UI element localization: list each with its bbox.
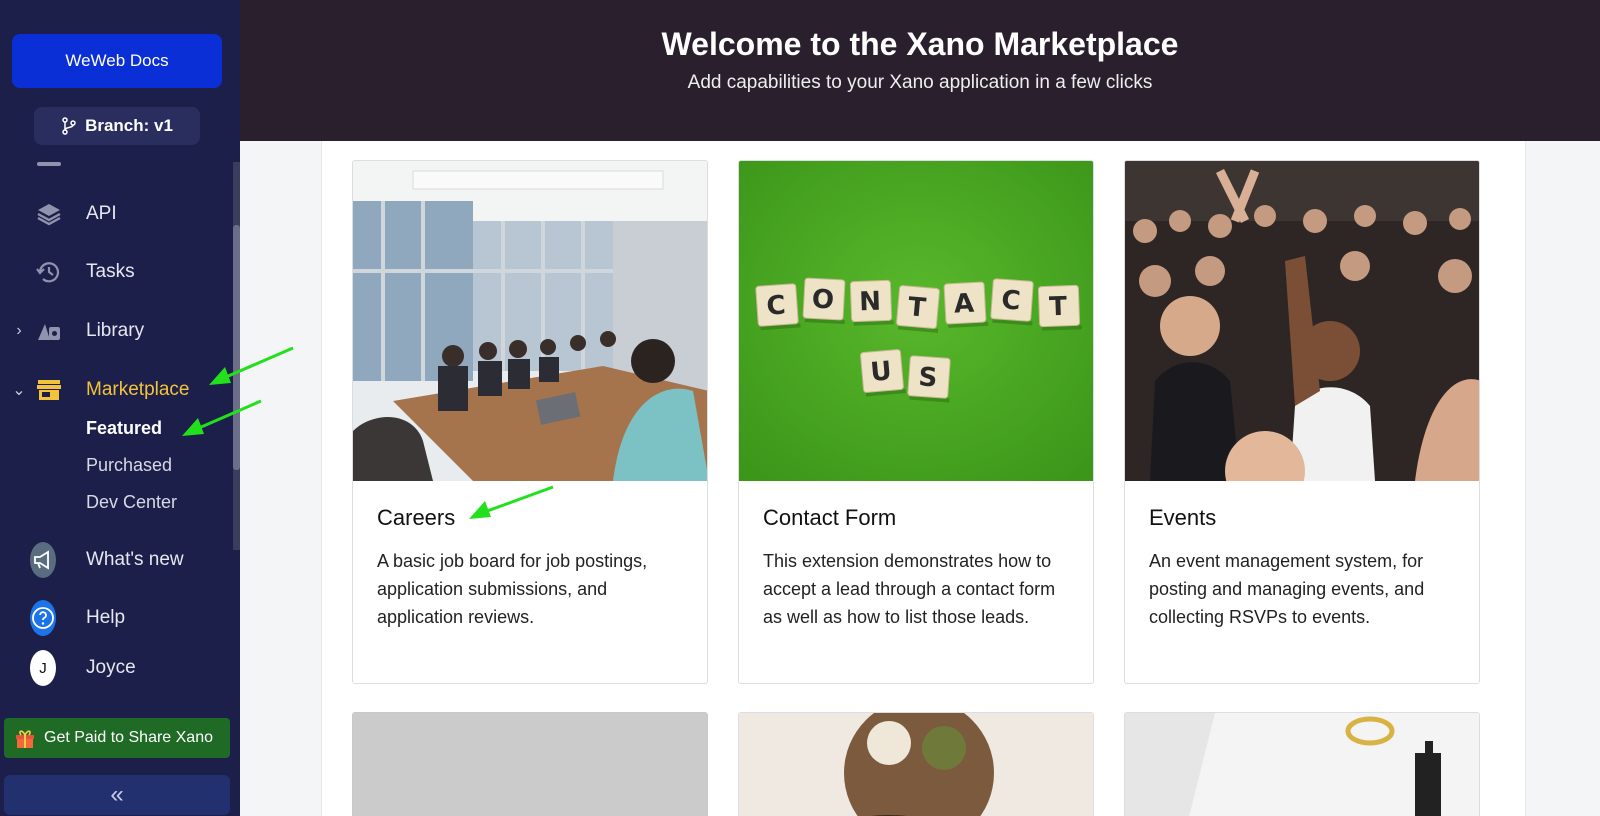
marketplace-grid: Careers A basic job board for job postin… bbox=[321, 141, 1526, 816]
extension-card-interior[interactable] bbox=[1124, 712, 1480, 816]
scrabble-tile: T bbox=[896, 285, 940, 333]
sidebar-subitem-featured[interactable]: Featured bbox=[86, 418, 162, 439]
card-image-placeholder bbox=[353, 713, 707, 816]
help-icon bbox=[30, 600, 56, 636]
card-title: Contact Form bbox=[763, 505, 897, 530]
extension-card-placeholder[interactable] bbox=[352, 712, 708, 816]
scrabble-letter: O bbox=[811, 284, 835, 315]
store-icon bbox=[36, 377, 62, 403]
sidebar-item-label: Library bbox=[86, 320, 145, 341]
sidebar-item-library[interactable]: › Library bbox=[0, 311, 232, 351]
scrabble-letter: S bbox=[918, 362, 939, 393]
scrabble-tile: U bbox=[860, 349, 907, 397]
events-image bbox=[1125, 161, 1479, 481]
hidden-nav-item-fragment bbox=[37, 162, 61, 166]
sidebar-item-user[interactable]: J Joyce bbox=[0, 648, 232, 688]
weweb-docs-button[interactable]: WeWeb Docs bbox=[12, 34, 222, 88]
whats-new-icon-wrap bbox=[30, 542, 56, 578]
sidebar-item-help[interactable]: Help bbox=[0, 598, 232, 638]
sidebar-item-label: What's new bbox=[86, 549, 184, 570]
scrabble-letter: C bbox=[766, 290, 787, 321]
gift-icon bbox=[16, 730, 34, 748]
help-icon-wrap bbox=[30, 600, 56, 636]
share-button-label: Get Paid to Share Xano bbox=[44, 729, 213, 746]
scrabble-tile: A bbox=[943, 281, 989, 328]
sidebar-item-tasks[interactable]: Tasks bbox=[0, 252, 232, 292]
scrabble-tile: O bbox=[802, 277, 846, 325]
sidebar-subitem-purchased[interactable]: Purchased bbox=[86, 455, 172, 476]
interior-image bbox=[1125, 713, 1479, 816]
avatar-wrap: J bbox=[30, 650, 56, 686]
megaphone-icon bbox=[30, 542, 56, 578]
branch-label: Branch: v1 bbox=[85, 116, 173, 135]
scrabble-letter: N bbox=[859, 287, 882, 318]
library-icon bbox=[36, 318, 62, 344]
collapse-sidebar-button[interactable]: « bbox=[4, 775, 230, 815]
branch-selector-button[interactable]: Branch: v1 bbox=[34, 107, 200, 145]
extension-card-contact-form[interactable]: CONTACT US Contact Form This extension d… bbox=[738, 160, 1094, 684]
user-name: Joyce bbox=[86, 657, 136, 678]
scrabble-tile: C bbox=[990, 278, 1034, 326]
annotation-arrow-featured bbox=[182, 399, 262, 436]
sidebar-subitem-dev-center[interactable]: Dev Center bbox=[86, 492, 177, 513]
extension-card-food[interactable] bbox=[738, 712, 1094, 816]
food-image bbox=[739, 713, 1093, 816]
sidebar-item-label: Marketplace bbox=[86, 379, 190, 400]
card-title: Careers bbox=[377, 505, 456, 530]
annotation-arrow-careers bbox=[469, 485, 554, 519]
sidebar-item-label: API bbox=[86, 203, 117, 224]
page-title: Welcome to the Xano Marketplace bbox=[661, 26, 1179, 62]
sidebar-item-whats-new[interactable]: What's new bbox=[0, 540, 232, 580]
scrabble-letter: A bbox=[953, 289, 975, 320]
git-branch-icon bbox=[62, 117, 76, 135]
extension-card-careers[interactable]: Careers A basic job board for job postin… bbox=[352, 160, 708, 684]
avatar: J bbox=[30, 650, 56, 686]
page-subtitle: Add capabilities to your Xano applicatio… bbox=[687, 72, 1153, 93]
extension-card-events[interactable]: Events An event management system, for p… bbox=[1124, 160, 1480, 684]
careers-image bbox=[353, 161, 707, 481]
get-paid-share-button[interactable]: Get Paid to Share Xano bbox=[4, 718, 230, 758]
card-description: A basic job board for job postings, appl… bbox=[377, 551, 648, 627]
sidebar-item-api[interactable]: API bbox=[0, 194, 232, 234]
contact-form-image: CONTACT US bbox=[739, 161, 1093, 481]
sidebar-item-label: Tasks bbox=[86, 261, 135, 282]
api-icon bbox=[36, 201, 62, 227]
scrabble-tile: N bbox=[849, 279, 894, 326]
scrabble-letter: C bbox=[1000, 285, 1021, 316]
chevron-right-icon[interactable]: › bbox=[12, 322, 26, 340]
chevron-down-icon[interactable]: ⌄ bbox=[12, 380, 26, 400]
scrabble-letter: U bbox=[869, 356, 893, 388]
card-description: This extension demonstrates how to accep… bbox=[763, 551, 1056, 627]
card-title: Events bbox=[1149, 505, 1217, 530]
card-description: An event management system, for posting … bbox=[1149, 551, 1425, 627]
scrabble-tile: S bbox=[907, 355, 951, 403]
annotation-arrow-marketplace bbox=[209, 346, 294, 385]
scrabble-tile: C bbox=[755, 283, 801, 331]
sidebar-item-label: Help bbox=[86, 607, 126, 628]
double-chevron-left-icon: « bbox=[110, 781, 124, 808]
scrabble-letter: T bbox=[1049, 292, 1068, 323]
scrabble-tile: T bbox=[1037, 284, 1082, 331]
history-icon bbox=[36, 259, 62, 285]
scrabble-letter: T bbox=[907, 292, 928, 323]
marketplace-header: Welcome to the Xano Marketplace Add capa… bbox=[240, 0, 1600, 141]
